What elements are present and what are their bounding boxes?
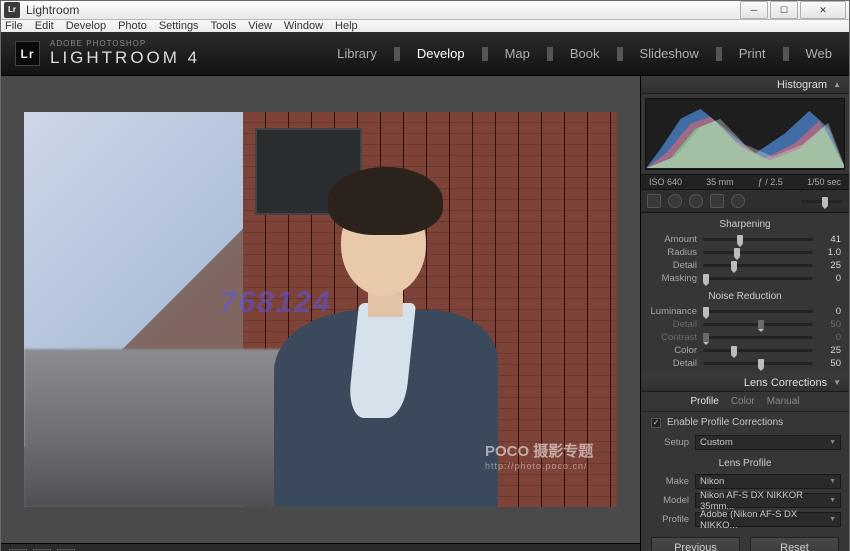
histogram-iso: ISO 640	[649, 177, 682, 187]
sharpen-slider[interactable]	[703, 238, 813, 241]
module-slideshow[interactable]: Slideshow	[637, 46, 702, 61]
sharpen-label: Masking	[649, 273, 697, 284]
lightroom-logo: Lr	[15, 41, 40, 66]
grad-tool-icon[interactable]	[710, 194, 724, 208]
brand-top: ADOBE PHOTOSHOP	[50, 39, 200, 48]
menu-view[interactable]: View	[248, 20, 272, 32]
noise-label: Detail	[649, 358, 697, 369]
redeye-tool-icon[interactable]	[689, 194, 703, 208]
histogram-focal: 35 mm	[706, 177, 734, 187]
noise-row-3: Color 25	[641, 344, 849, 357]
noise-slider[interactable]	[703, 336, 813, 339]
sharpen-label: Detail	[649, 260, 697, 271]
maximize-button[interactable]: ☐	[770, 1, 798, 19]
sharpen-slider[interactable]	[703, 251, 813, 254]
noise-row-4: Detail 50	[641, 357, 849, 370]
brush-tool-icon[interactable]	[731, 194, 745, 208]
module-web[interactable]: Web	[803, 46, 836, 61]
menu-file[interactable]: File	[5, 20, 23, 32]
photo-preview[interactable]: 768124 POCO 摄影专题http://photo.poco.cn/	[24, 112, 617, 507]
menu-develop[interactable]: Develop	[66, 20, 106, 32]
sharpen-value: 25	[819, 260, 841, 271]
noise-value: 50	[819, 319, 841, 330]
noise-row-2: Contrast 0	[641, 331, 849, 344]
crop-tool-icon[interactable]	[647, 194, 661, 208]
module-map[interactable]: Map	[502, 46, 533, 61]
minimize-button[interactable]: ─	[740, 1, 768, 19]
noise-value: 25	[819, 345, 841, 356]
noise-row-1: Detail 50	[641, 318, 849, 331]
watermark-center: 768124	[220, 286, 332, 320]
sharpen-row-1: Radius 1.0	[641, 246, 849, 259]
reset-button[interactable]: Reset	[750, 537, 839, 551]
menu-bar: File Edit Develop Photo Settings Tools V…	[1, 20, 849, 32]
noise-label: Luminance	[649, 306, 697, 317]
make-select[interactable]: Nikon▼	[695, 474, 841, 489]
sharpen-label: Amount	[649, 234, 697, 245]
sharpen-value: 41	[819, 234, 841, 245]
lens-header[interactable]: Lens Corrections▼	[641, 374, 849, 392]
brand-main: LIGHTROOM 4	[50, 48, 200, 68]
sharpen-slider[interactable]	[703, 277, 813, 280]
noise-label: Detail	[649, 319, 697, 330]
sharpen-row-3: Masking 0	[641, 272, 849, 285]
noise-label: Contrast	[649, 332, 697, 343]
module-develop[interactable]: Develop	[414, 46, 468, 61]
previous-button[interactable]: Previous	[651, 537, 740, 551]
model-select[interactable]: Nikon AF-S DX NIKKOR 35mm...▼	[695, 493, 841, 508]
noise-slider[interactable]	[703, 349, 813, 352]
histogram-aperture: ƒ / 2.5	[758, 177, 783, 187]
tab-manual[interactable]: Manual	[767, 396, 800, 407]
module-library[interactable]: Library	[334, 46, 380, 61]
menu-tools[interactable]: Tools	[211, 20, 237, 32]
noise-title: Noise Reduction	[641, 285, 849, 305]
lens-profile-heading: Lens Profile	[641, 452, 849, 472]
noise-slider[interactable]	[703, 362, 813, 365]
watermark-brand: POCO 摄影专题http://photo.poco.cn/	[485, 440, 593, 471]
profile-select[interactable]: Adobe (Nikon AF-S DX NIKKO...▼	[695, 512, 841, 527]
sharpen-label: Radius	[649, 247, 697, 258]
sharpen-row-0: Amount 41	[641, 233, 849, 246]
noise-slider[interactable]	[703, 323, 813, 326]
noise-value: 0	[819, 332, 841, 343]
close-button[interactable]: ✕	[800, 1, 846, 19]
sharpen-value: 1.0	[819, 247, 841, 258]
menu-settings[interactable]: Settings	[159, 20, 199, 32]
sharpen-row-2: Detail 25	[641, 259, 849, 272]
sharpening-title: Sharpening	[641, 213, 849, 233]
tab-color[interactable]: Color	[731, 396, 755, 407]
noise-value: 50	[819, 358, 841, 369]
menu-edit[interactable]: Edit	[35, 20, 54, 32]
histogram-shutter: 1/50 sec	[807, 177, 841, 187]
sharpen-value: 0	[819, 273, 841, 284]
enable-profile-label: Enable Profile Corrections	[667, 417, 783, 428]
noise-value: 0	[819, 306, 841, 317]
menu-help[interactable]: Help	[335, 20, 358, 32]
noise-label: Color	[649, 345, 697, 356]
noise-row-0: Luminance 0	[641, 305, 849, 318]
sharpen-slider[interactable]	[703, 264, 813, 267]
app-favicon: Lr	[4, 2, 20, 18]
menu-window[interactable]: Window	[284, 20, 323, 32]
tab-profile[interactable]: Profile	[690, 396, 718, 407]
setup-select[interactable]: Custom▼	[695, 435, 841, 450]
menu-photo[interactable]: Photo	[118, 20, 147, 32]
enable-profile-checkbox[interactable]: ✓	[651, 418, 661, 428]
histogram-header[interactable]: Histogram▲	[641, 76, 849, 94]
histogram-graph[interactable]	[645, 98, 845, 170]
spot-tool-icon[interactable]	[668, 194, 682, 208]
module-print[interactable]: Print	[736, 46, 769, 61]
noise-slider[interactable]	[703, 310, 813, 313]
module-book[interactable]: Book	[567, 46, 603, 61]
window-title: Lightroom	[26, 3, 740, 17]
